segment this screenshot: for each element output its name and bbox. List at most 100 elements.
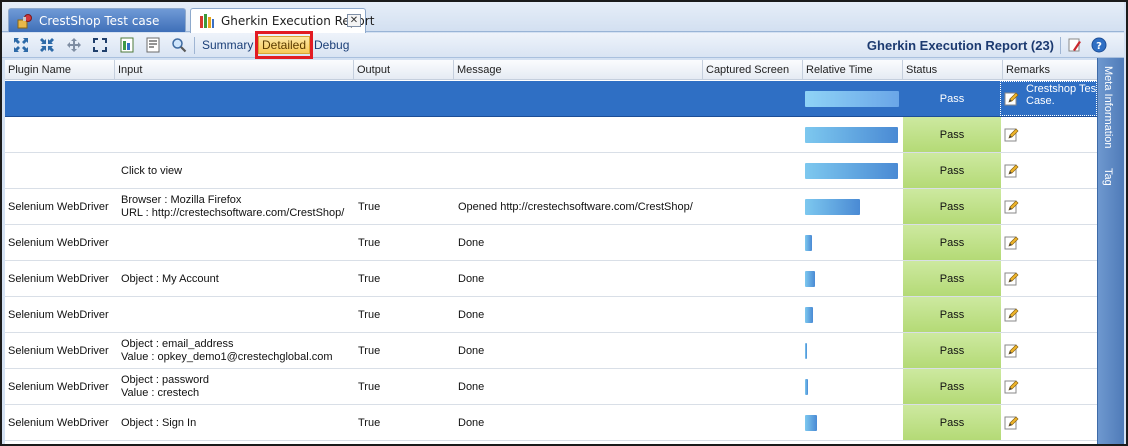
collapse-all-icon[interactable] xyxy=(38,37,56,53)
table-row[interactable]: Selenium WebDriver Object : Sign In True Do… xyxy=(5,405,1097,441)
tab-label: CrestShop Test case xyxy=(39,13,160,28)
message-cell: Done xyxy=(455,405,703,441)
captured-screen-cell xyxy=(704,261,803,297)
help-icon[interactable]: ? xyxy=(1090,37,1108,53)
input-cell-line: Object : password xyxy=(121,374,210,386)
relative-time-bar xyxy=(805,91,899,107)
edit-remark-icon[interactable] xyxy=(1004,415,1019,430)
debug-button[interactable]: Debug xyxy=(314,38,349,52)
edit-remark-icon[interactable] xyxy=(1004,163,1019,178)
output-cell-line: True xyxy=(358,308,381,321)
message-cell: Done xyxy=(455,333,703,369)
plugin-name-cell-line: Selenium WebDriver xyxy=(8,272,109,285)
table-row[interactable]: Selenium WebDriver Object : password Value… xyxy=(5,369,1097,405)
message-cell: Done xyxy=(455,261,703,297)
output-cell: True xyxy=(355,261,454,297)
output-cell: True xyxy=(355,369,454,405)
captured-screen-cell xyxy=(704,333,803,369)
relative-time-bar xyxy=(805,379,808,395)
output-cell-line: True xyxy=(358,200,381,213)
plugin-name-cell: Selenium WebDriver xyxy=(5,225,115,261)
message-cell xyxy=(455,153,703,189)
summary-button[interactable]: Summary xyxy=(202,38,253,52)
report-tool-icon[interactable] xyxy=(1066,37,1084,53)
column-header-remarks[interactable]: Remarks xyxy=(1003,60,1097,80)
table-row[interactable]: Selenium WebDriver Object : My Account Tru… xyxy=(5,261,1097,297)
close-tab-button[interactable]: ✕ xyxy=(347,14,361,27)
status-badge: Pass xyxy=(903,261,1001,296)
status-badge: Pass xyxy=(903,117,1001,152)
status-badge: Pass xyxy=(903,297,1001,332)
message-cell: Done xyxy=(455,225,703,261)
relative-time-bar xyxy=(805,235,812,251)
captured-screen-cell xyxy=(704,405,803,441)
output-cell-line: True xyxy=(358,416,381,429)
output-cell-line: True xyxy=(358,236,381,249)
column-header-relative-time[interactable]: Relative Time xyxy=(803,60,903,80)
plugin-name-cell: Selenium WebDriver xyxy=(5,333,115,369)
column-header-output[interactable]: Output xyxy=(354,60,454,80)
test-case-icon xyxy=(17,13,33,29)
relative-time-bar xyxy=(805,127,898,143)
message-cell: Done xyxy=(455,369,703,405)
status-badge: Pass xyxy=(903,153,1001,188)
status-badge: Pass xyxy=(903,333,1001,368)
column-header-message[interactable]: Message xyxy=(454,60,703,80)
tab-crestshop-test-case[interactable]: CrestShop Test case xyxy=(8,8,186,32)
message-cell-line: Done xyxy=(458,380,485,393)
message-cell xyxy=(455,117,703,153)
move-icon[interactable] xyxy=(65,37,83,53)
column-header-captured-screen[interactable]: Captured Screen xyxy=(703,60,803,80)
table-row[interactable]: Pass xyxy=(5,117,1097,153)
table-row[interactable]: Pass Crestshop Tes Case. xyxy=(5,81,1097,117)
plugin-name-cell-line: Selenium WebDriver xyxy=(8,416,109,429)
column-header-plugin-name[interactable]: Plugin Name xyxy=(5,60,115,80)
side-panel: Meta Information Tag xyxy=(1097,58,1124,444)
edit-remark-icon[interactable] xyxy=(1004,127,1019,142)
edit-remark-icon[interactable] xyxy=(1004,271,1019,286)
edit-remark-icon[interactable] xyxy=(1004,379,1019,394)
table-row[interactable]: Selenium WebDriver Object : email_address… xyxy=(5,333,1097,369)
tag-tab[interactable]: Tag xyxy=(1102,168,1114,186)
input-cell xyxy=(118,117,354,153)
input-cell: Object : My Account xyxy=(118,261,354,297)
plugin-name-cell-line: Selenium WebDriver xyxy=(8,236,109,249)
message-cell: Opened http://crestechsoftware.com/Crest… xyxy=(455,189,703,225)
message-cell-line: Done xyxy=(458,272,485,285)
plugin-name-cell: Selenium WebDriver xyxy=(5,369,115,405)
edit-remark-icon[interactable] xyxy=(1004,235,1019,250)
relative-time-bar xyxy=(805,343,807,359)
edit-remark-icon[interactable] xyxy=(1004,199,1019,214)
plugin-name-cell xyxy=(5,153,115,189)
plugin-name-cell: Selenium WebDriver xyxy=(5,405,115,441)
tab-gherkin-execution-report[interactable]: Gherkin Execution Report ✕ xyxy=(190,8,374,33)
grid-header: Plugin Name Input Output Message Capture… xyxy=(5,60,1097,80)
output-cell-line: True xyxy=(358,380,381,393)
expand-all-icon[interactable] xyxy=(12,37,30,53)
column-header-status[interactable]: Status xyxy=(903,60,1003,80)
plugin-name-cell: Selenium WebDriver xyxy=(5,189,115,225)
edit-remark-icon[interactable] xyxy=(1004,307,1019,322)
message-cell-line: Done xyxy=(458,308,485,321)
table-row[interactable]: Selenium WebDriver True Done Pass xyxy=(5,225,1097,261)
table-row[interactable]: Selenium WebDriver True Done Pass xyxy=(5,297,1097,333)
output-cell: True xyxy=(355,405,454,441)
export-log-icon[interactable] xyxy=(144,37,162,53)
input-cell[interactable]: Click to view xyxy=(118,153,354,189)
message-cell-line: Done xyxy=(458,416,485,429)
meta-information-tab[interactable]: Meta Information xyxy=(1102,66,1114,149)
report-title: Gherkin Execution Report (23) xyxy=(866,38,1054,53)
plugin-name-cell: Selenium WebDriver xyxy=(5,261,115,297)
edit-remark-icon[interactable] xyxy=(1004,343,1019,358)
table-row[interactable]: Selenium WebDriver Browser : Mozilla Fire… xyxy=(5,189,1097,225)
input-cell-line: Value : crestech xyxy=(121,387,200,399)
column-header-input[interactable]: Input xyxy=(115,60,354,80)
export-excel-icon[interactable] xyxy=(118,37,136,53)
plugin-name-cell: Selenium WebDriver xyxy=(5,297,115,333)
input-cell-line: Object : email_address xyxy=(121,338,234,350)
table-row[interactable]: Click to view Pass xyxy=(5,153,1097,189)
fullscreen-icon[interactable] xyxy=(91,37,109,53)
output-cell xyxy=(355,81,454,117)
search-icon[interactable] xyxy=(170,37,188,53)
relative-time-bar xyxy=(805,163,898,179)
